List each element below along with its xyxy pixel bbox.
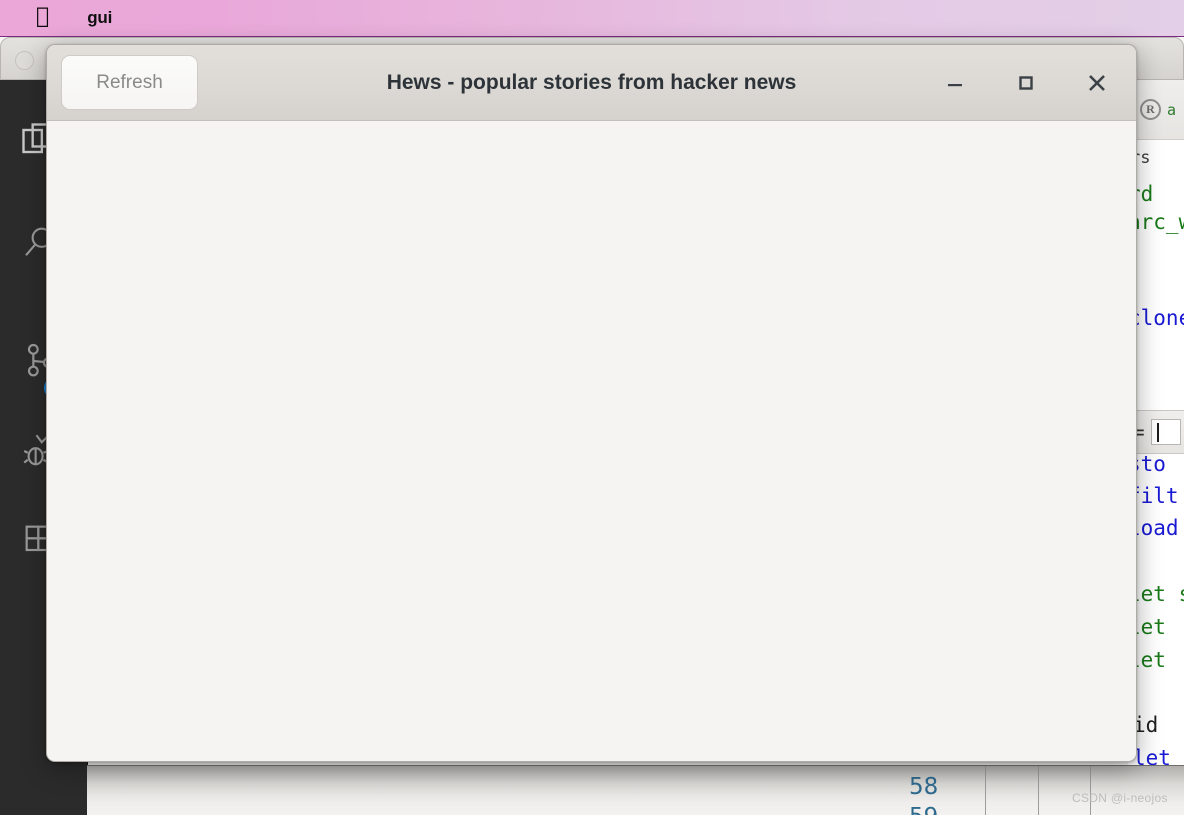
window-controls xyxy=(942,45,1110,121)
line-number: 58 xyxy=(909,774,939,800)
screen-root: 6 xyxy=(0,0,1184,815)
close-icon xyxy=(1089,75,1105,91)
line-number: 59 xyxy=(909,804,938,815)
refresh-button[interactable]: Refresh xyxy=(61,55,198,110)
minimize-button[interactable] xyxy=(942,70,968,96)
editor-tab-label: a xyxy=(1167,100,1177,119)
macos-menu-bar:  gui xyxy=(0,0,1184,37)
bottom-panel: 58 59 xyxy=(87,765,1184,815)
text-caret xyxy=(1156,423,1159,442)
maximize-button[interactable] xyxy=(1013,70,1039,96)
close-button[interactable] xyxy=(1084,70,1110,96)
hews-content-area xyxy=(47,121,1136,761)
hews-titlebar[interactable]: Refresh Hews - popular stories from hack… xyxy=(47,45,1136,121)
rust-file-icon: R xyxy=(1140,99,1161,120)
watermark: CSDN @i-neojos xyxy=(1072,791,1168,805)
find-input[interactable] xyxy=(1150,419,1181,445)
column-divider xyxy=(1038,766,1039,815)
code-line: id xyxy=(1133,713,1159,737)
maximize-icon xyxy=(1019,76,1033,90)
menu-app-name[interactable]: gui xyxy=(87,8,112,28)
window-control-circle-icon[interactable] xyxy=(15,51,34,70)
hews-window: Refresh Hews - popular stories from hack… xyxy=(46,44,1137,762)
apple-logo-icon[interactable]:  xyxy=(36,6,49,28)
column-divider xyxy=(985,766,986,815)
minimize-icon xyxy=(948,84,962,87)
